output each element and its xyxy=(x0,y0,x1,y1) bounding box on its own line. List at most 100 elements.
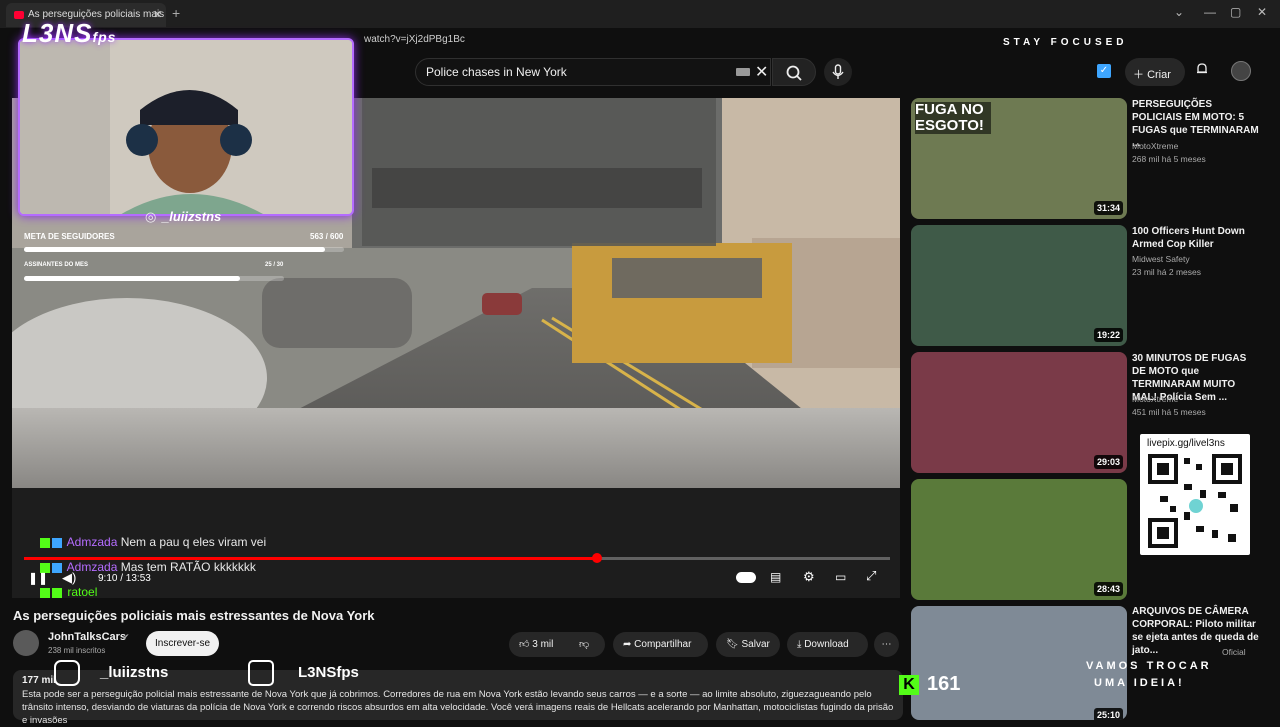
chat-user: Admzada xyxy=(66,535,118,549)
channel-subscribers: 238 mil inscritos xyxy=(48,646,106,655)
social-youtube-handle: L3NSfps xyxy=(298,664,359,681)
autoplay-toggle[interactable] xyxy=(736,572,756,583)
miniplayer-icon[interactable]: ▭ xyxy=(835,570,846,584)
more-icon: ⋯ xyxy=(881,639,892,650)
progress-scrubber[interactable] xyxy=(592,553,602,563)
chat-message: Admzada Nem a pau q eles viram vei xyxy=(40,535,266,549)
followers-goal-fill xyxy=(24,247,325,252)
search-icon xyxy=(786,65,802,81)
recommendation-meta: 451 mil há 5 meses xyxy=(1132,407,1206,417)
save-label: Salvar xyxy=(741,639,770,650)
l3ns-logo: L3NSfps xyxy=(22,18,116,49)
extension-check-icon[interactable]: ✓ xyxy=(1097,64,1111,78)
livepix-url: livepix.gg/livel3ns xyxy=(1147,438,1225,449)
voice-search-button[interactable] xyxy=(824,58,852,86)
thumbs-down-icon[interactable]: 👎︎ xyxy=(579,632,589,657)
recommendation-channel[interactable]: Oficial xyxy=(1222,647,1246,657)
pause-icon[interactable]: ❚❚ xyxy=(28,571,48,585)
cta-line-2: UMA IDEIA! xyxy=(1094,677,1185,689)
video-title: As perseguições policiais mais estressan… xyxy=(13,608,375,623)
more-actions-button[interactable]: ⋯ xyxy=(874,632,899,657)
settings-gear-icon[interactable]: ⚙ xyxy=(803,569,815,585)
progress-fill xyxy=(24,557,596,560)
subs-goal-label: ASSINANTES DO MES xyxy=(24,262,89,268)
video-time: 9:10 / 13:53 xyxy=(98,573,151,584)
recommendation-channel[interactable]: MotoXtreme xyxy=(1132,394,1178,404)
recommendation-thumbnail[interactable]: 29:03 xyxy=(911,352,1127,473)
subs-goal-bar xyxy=(24,276,284,281)
clear-search-icon[interactable]: ✕ xyxy=(755,62,768,82)
verified-badge-icon xyxy=(52,562,62,573)
channel-avatar[interactable] xyxy=(13,630,39,656)
subs-goal-fill xyxy=(24,276,240,281)
instagram-icon xyxy=(54,660,80,686)
social-banner: _luiizstns L3NSfps xyxy=(38,655,418,691)
search-query: Police chases in New York xyxy=(426,65,567,79)
maximize-icon[interactable]: ▢ xyxy=(1230,5,1241,19)
kick-viewer-count: 161 xyxy=(927,673,961,695)
minimize-icon[interactable]: — xyxy=(1204,5,1216,19)
recommendation-thumbnail[interactable]: FUGA NO ESGOTO! 31:34 xyxy=(911,98,1127,219)
chat-message: ratoel xyxy=(40,585,97,599)
kick-badge-icon xyxy=(40,537,50,548)
like-button[interactable]: 👍︎ 3 mil 👎︎ xyxy=(509,632,605,657)
share-button[interactable]: ➦ Compartilhar xyxy=(613,632,708,657)
chat-text: Mas tem RATÃO kkkkkkk xyxy=(120,560,256,574)
streamer-facecam xyxy=(18,38,354,216)
keyboard-icon[interactable] xyxy=(736,68,750,76)
video-duration: 29:03 xyxy=(1093,455,1123,469)
create-button[interactable]: ＋ Criar xyxy=(1125,58,1185,86)
channel-name[interactable]: JohnTalksCars xyxy=(48,631,126,643)
description-text: Esta pode ser a perseguição policial mai… xyxy=(22,689,894,726)
recommendation-thumbnail[interactable]: 28:43 xyxy=(911,479,1127,600)
video-duration: 19:22 xyxy=(1093,328,1123,342)
fullscreen-icon[interactable]: ⤢ xyxy=(866,568,876,584)
livepix-qr-code xyxy=(1140,434,1250,555)
video-progress-bar[interactable] xyxy=(24,557,890,560)
microphone-icon xyxy=(832,64,844,79)
recommendation-channel[interactable]: MotoXtreme xyxy=(1132,141,1178,151)
new-tab-icon[interactable]: + xyxy=(172,5,180,21)
create-label: Criar xyxy=(1147,69,1171,81)
subscribe-button[interactable]: Inscrever-se xyxy=(146,631,219,656)
subtitles-icon[interactable]: ▤ xyxy=(770,570,781,584)
notifications-bell-icon[interactable] xyxy=(1195,62,1209,76)
social-instagram-handle: _luiizstns xyxy=(100,664,169,681)
recommendation-thumbnail[interactable]: 19:22 xyxy=(911,225,1127,346)
qr-code-icon xyxy=(1148,454,1242,548)
like-count: 3 mil xyxy=(532,639,554,650)
recommendation-meta: 23 mil há 2 meses xyxy=(1132,267,1201,277)
video-duration: 28:43 xyxy=(1093,582,1123,596)
volume-icon[interactable]: ◀) xyxy=(62,570,76,586)
streamer-video xyxy=(20,40,352,214)
followers-goal-label: META DE SEGUIDORES xyxy=(24,232,115,241)
browser-tab-bar: As perseguições policiais mais ✕ + ⌄ — ▢… xyxy=(0,0,1280,28)
download-button[interactable]: ⤓ Download xyxy=(787,632,868,657)
download-label: Download xyxy=(804,639,849,650)
tab-list-icon[interactable]: ⌄ xyxy=(1174,5,1184,19)
stay-focused-banner: STAY FOCUSED xyxy=(1003,37,1128,48)
thumbs-up-icon: 👍︎ xyxy=(519,639,533,650)
verified-check-icon: ✔ xyxy=(122,632,130,642)
followers-goal-bar xyxy=(24,247,344,252)
youtube-icon xyxy=(248,660,274,686)
logo-suffix: fps xyxy=(92,29,117,45)
chat-cta-banner: VAMOS TROCAR UMA IDEIA! xyxy=(1086,658,1212,692)
window-close-icon[interactable]: ✕ xyxy=(1257,5,1267,19)
close-tab-icon[interactable]: ✕ xyxy=(153,8,162,21)
verified-badge-icon xyxy=(52,537,62,548)
share-icon: ➦ xyxy=(623,639,635,650)
kick-badge-icon xyxy=(40,587,50,598)
save-button[interactable]: 🔖︎ Salvar xyxy=(716,632,780,657)
chat-text: Nem a pau q eles viram vei xyxy=(120,535,267,549)
thumbnail-caption: FUGA NO ESGOTO! xyxy=(915,102,991,134)
recommendation-title[interactable]: 100 Officers Hunt Down Armed Cop Killer xyxy=(1132,225,1260,251)
account-avatar[interactable] xyxy=(1231,61,1251,81)
plus-icon: ＋ xyxy=(1133,69,1148,81)
search-button[interactable] xyxy=(772,58,816,86)
recommendation-channel[interactable]: Midwest Safety xyxy=(1132,254,1190,264)
bookmark-icon: 🔖︎ xyxy=(726,639,742,650)
video-duration: 31:34 xyxy=(1093,201,1123,215)
url-text[interactable]: watch?v=jXj2dPBg1Bc xyxy=(364,34,465,45)
instagram-icon: ◎ xyxy=(145,209,157,224)
